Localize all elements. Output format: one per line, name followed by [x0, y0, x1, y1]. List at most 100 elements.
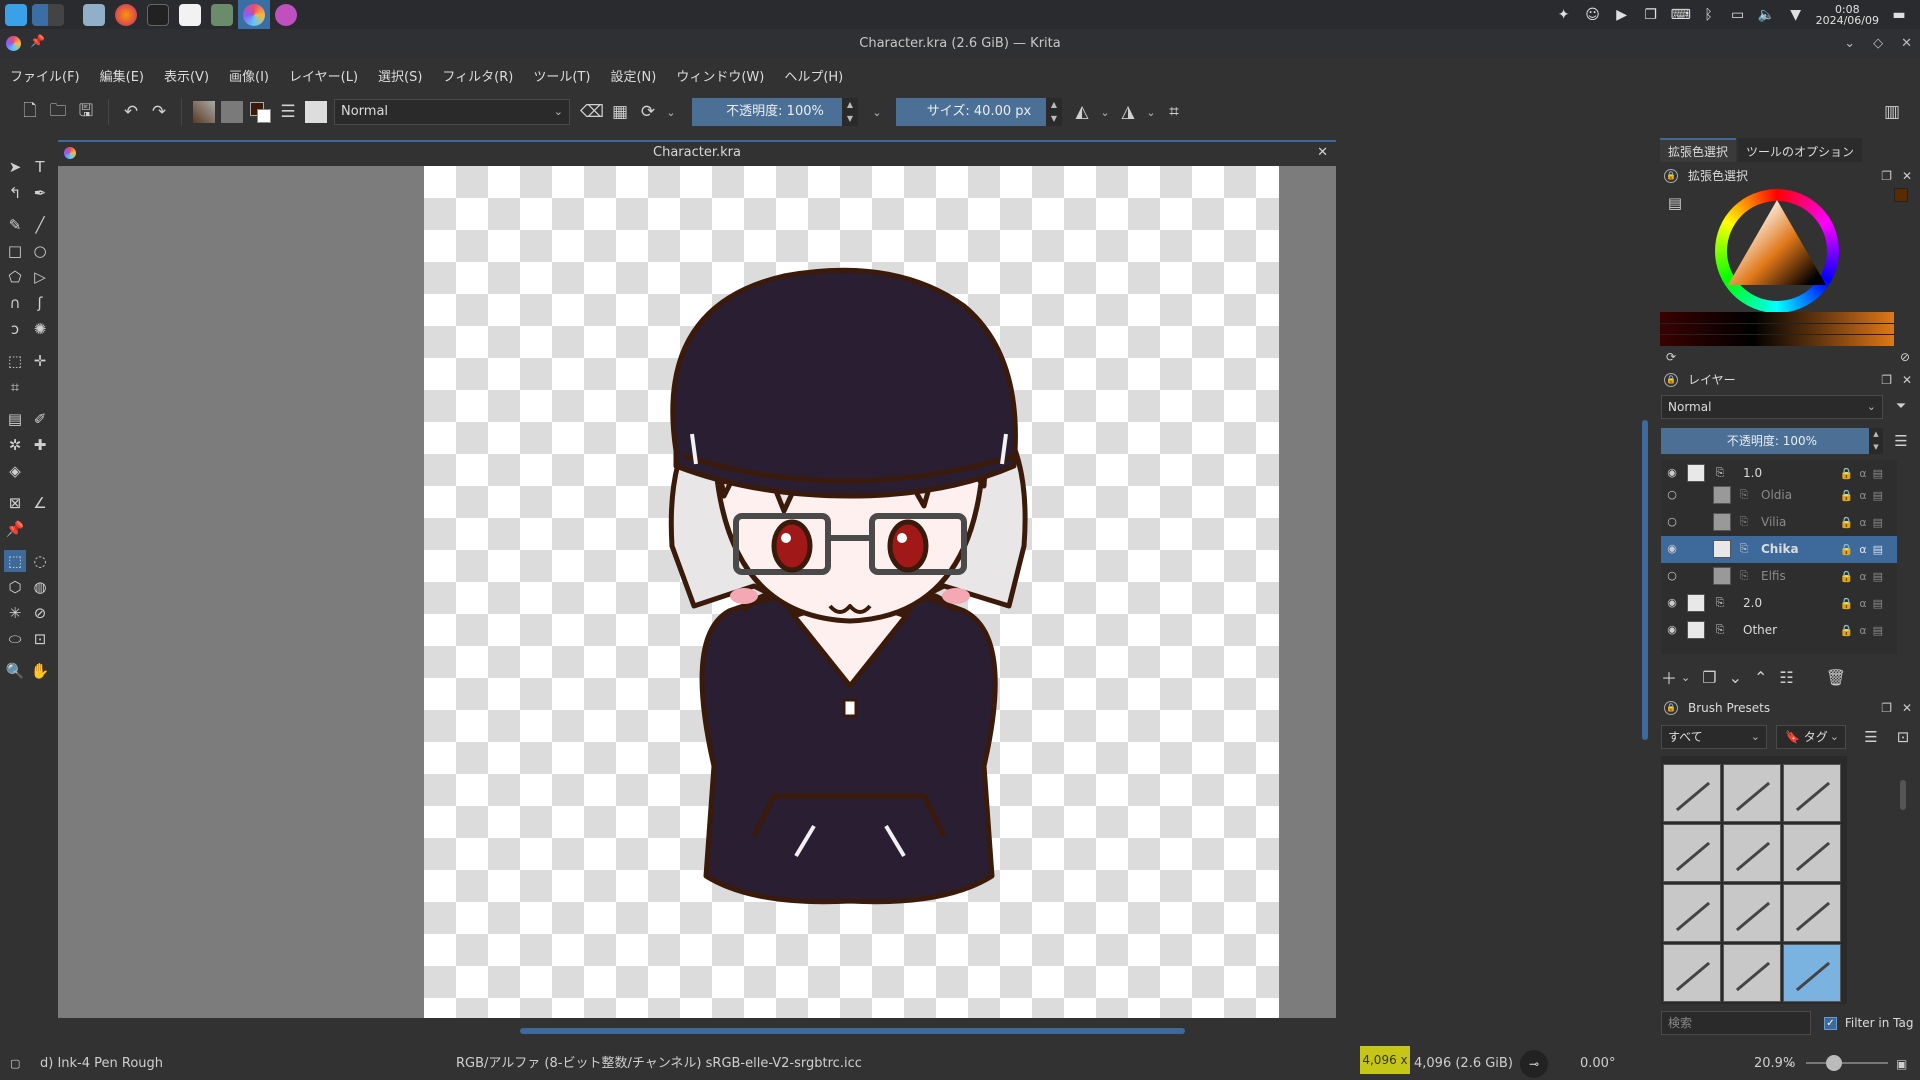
layer-row[interactable]: ○ ⎘ Vilia 🔒α▤: [1661, 509, 1897, 536]
discord-icon[interactable]: ☺: [1584, 6, 1602, 24]
workspace-icon[interactable]: ▥: [1878, 98, 1906, 126]
app-icon[interactable]: [270, 0, 302, 29]
select-shapes-icon[interactable]: ➤: [4, 156, 26, 178]
menu-window[interactable]: ウィンドウ(W): [670, 66, 770, 85]
fullscreen-icon[interactable]: ▣: [1896, 1048, 1907, 1080]
visibility-eye-icon[interactable]: ◉: [1665, 466, 1679, 480]
menu-layer[interactable]: レイヤー(L): [283, 66, 364, 85]
visibility-eye-icon[interactable]: ○: [1665, 515, 1679, 529]
brush-preset-icon[interactable]: [302, 98, 330, 126]
assistant-tool-icon[interactable]: ⊠: [4, 492, 26, 514]
layer-list[interactable]: ◉ ⎘ 1.0 🔒α▤ ○ ⎘ Oldia 🔒α▤ ○ ⎘ Vilia 🔒α▤ …: [1661, 460, 1897, 654]
lock-icon[interactable]: 🔒: [1664, 701, 1678, 715]
bezier-select-icon[interactable]: ⬭: [4, 628, 26, 650]
layer-flags[interactable]: 🔒α▤: [1840, 482, 1889, 509]
mirror-horizontal-icon[interactable]: ◭: [1068, 98, 1096, 126]
mirror-vertical-icon[interactable]: ◮: [1114, 98, 1142, 126]
chevron-down-icon[interactable]: ⌄: [662, 106, 680, 119]
maximize-button[interactable]: ◇: [1873, 36, 1883, 51]
brush-import-icon[interactable]: ⊡: [1892, 726, 1914, 748]
zoom-slider[interactable]: [1806, 1062, 1888, 1064]
visibility-eye-icon[interactable]: ○: [1665, 569, 1679, 583]
menu-view[interactable]: 表示(V): [158, 66, 215, 85]
tab-tool-options[interactable]: ツールのオプション: [1738, 138, 1863, 162]
display-icon[interactable]: ▭: [1729, 6, 1747, 24]
layer-flags[interactable]: 🔒α▤: [1840, 563, 1889, 590]
menu-select[interactable]: 選択(S): [372, 66, 428, 85]
ellipse-tool-icon[interactable]: ○: [29, 240, 51, 262]
menu-help[interactable]: ヘルプ(H): [778, 66, 849, 85]
colorize-mask-icon[interactable]: ✲: [4, 434, 26, 456]
chevron-down-icon[interactable]: ⌄: [868, 106, 886, 119]
menu-settings[interactable]: 設定(N): [604, 66, 662, 85]
opacity-spinner[interactable]: ▲ ▼: [842, 98, 858, 126]
line-tool-icon[interactable]: ╱: [29, 214, 51, 236]
canvas-rotation-knob[interactable]: ⊸: [1520, 1050, 1548, 1078]
horizontal-scrollbar[interactable]: [520, 1028, 1185, 1034]
brush-filter-select[interactable]: すべて ⌄: [1661, 725, 1767, 749]
chevron-down-icon[interactable]: ⌄: [1786, 1048, 1794, 1080]
layer-flags[interactable]: 🔒α▤: [1840, 536, 1889, 563]
lock-icon[interactable]: 🔒: [1664, 373, 1678, 387]
crop-tool-icon[interactable]: ⌗: [4, 376, 26, 398]
layer-flags[interactable]: 🔒α▤: [1840, 617, 1889, 644]
layer-flags[interactable]: 🔒α▤: [1840, 509, 1889, 536]
brush-preset[interactable]: [1783, 884, 1841, 942]
size-spinner[interactable]: ▲ ▼: [1046, 98, 1062, 126]
zoom-slider-knob[interactable]: [1826, 1055, 1842, 1071]
close-document-icon[interactable]: ✕: [1317, 142, 1328, 164]
group-folder-icon[interactable]: ⎘: [1733, 484, 1755, 506]
text-tool-icon[interactable]: T: [29, 156, 51, 178]
new-document-icon[interactable]: 🗋: [16, 98, 44, 126]
preserve-alpha-icon[interactable]: ▦: [606, 98, 634, 126]
save-icon[interactable]: 🖫: [72, 98, 100, 126]
duplicate-layer-icon[interactable]: ❐: [1702, 668, 1716, 687]
blend-mode-select[interactable]: Normal ⌄: [334, 99, 570, 125]
visibility-eye-icon[interactable]: ◉: [1665, 542, 1679, 556]
window-titlebar[interactable]: 📌 Character.kra (2.6 GiB) — Krita ⌄ ◇ ✕: [0, 29, 1920, 58]
brush-preset[interactable]: [1723, 944, 1781, 1002]
pattern-icon[interactable]: [218, 98, 246, 126]
group-folder-icon[interactable]: ⎘: [1709, 592, 1731, 614]
rectangle-tool-icon[interactable]: □: [4, 240, 26, 262]
system-settings-icon[interactable]: [206, 0, 238, 29]
brush-preset-grid[interactable]: [1661, 756, 1847, 1004]
fg-bg-color-icon[interactable]: [246, 98, 274, 126]
visibility-eye-icon[interactable]: ◉: [1665, 596, 1679, 610]
pager-icon[interactable]: [32, 0, 64, 29]
color-picker-icon[interactable]: ✐: [29, 408, 51, 430]
brush-preset[interactable]: [1723, 764, 1781, 822]
menu-file[interactable]: ファイル(F): [4, 66, 86, 85]
chevron-down-icon[interactable]: ⌄: [1681, 671, 1690, 684]
document-tab[interactable]: Character.kra ✕: [58, 140, 1336, 164]
brush-tag-select[interactable]: 🔖 タグ ⌄: [1776, 725, 1846, 749]
brush-preset[interactable]: [1723, 824, 1781, 882]
close-panel-icon[interactable]: ✕: [1902, 166, 1912, 186]
show-desktop-icon[interactable]: ▬: [1890, 6, 1908, 24]
layer-properties-icon[interactable]: ☷: [1779, 668, 1793, 687]
checkbox-checked-icon[interactable]: ✓: [1824, 1017, 1837, 1030]
clipboard-icon[interactable]: ❐: [1642, 6, 1660, 24]
layer-flags[interactable]: 🔒α▤: [1840, 590, 1889, 617]
tab-advanced-color-selector[interactable]: 拡張色選択: [1660, 138, 1737, 162]
files-icon[interactable]: [78, 0, 110, 29]
brush-preset[interactable]: [1663, 944, 1721, 1002]
delete-layer-icon[interactable]: 🗑: [1826, 668, 1846, 687]
group-folder-icon[interactable]: ⎘: [1733, 511, 1755, 533]
move-tool-icon[interactable]: ✛: [29, 350, 51, 372]
brush-preset[interactable]: [1663, 824, 1721, 882]
dynamic-brush-icon[interactable]: ↄ: [4, 318, 26, 340]
undo-icon[interactable]: ↶: [117, 98, 145, 126]
app-launcher-icon[interactable]: [0, 0, 32, 29]
float-panel-icon[interactable]: ❐: [1881, 370, 1892, 390]
notification-icon[interactable]: ✦: [1555, 6, 1573, 24]
refresh-icon[interactable]: ⟳: [1660, 346, 1682, 368]
edit-shapes-icon[interactable]: ↰: [4, 182, 26, 204]
brush-preset[interactable]: [1663, 884, 1721, 942]
group-folder-icon[interactable]: ⎘: [1733, 538, 1755, 560]
move-layer-up-icon[interactable]: ⌃: [1754, 668, 1767, 687]
measure-tool-icon[interactable]: ∠: [29, 492, 51, 514]
visibility-eye-icon[interactable]: ◉: [1665, 623, 1679, 637]
keyboard-icon[interactable]: ⌨: [1671, 6, 1691, 24]
pin-icon[interactable]: 📌: [30, 34, 45, 48]
